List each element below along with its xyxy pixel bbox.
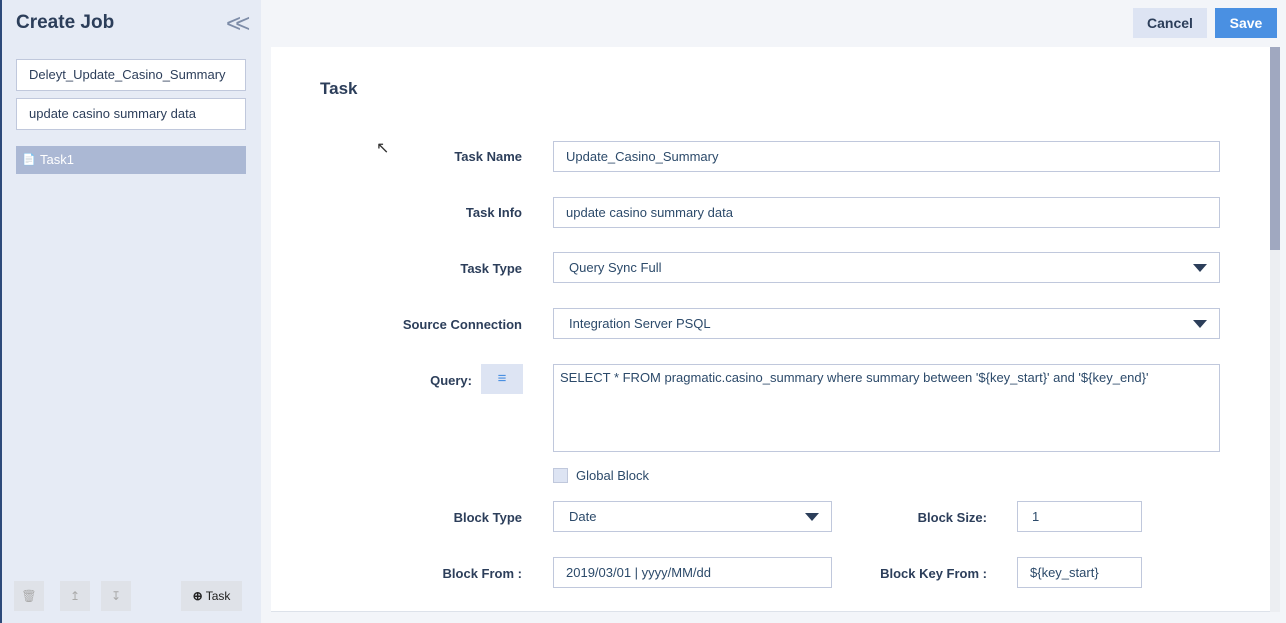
global-block-label: Global Block [576,468,649,483]
block-from-label: Block From : [442,566,522,581]
block-size-input[interactable]: 1 [1017,501,1142,532]
task-name-label: Task Name [454,149,522,164]
task-type-label: Task Type [460,261,522,276]
job-info-input[interactable]: update casino summary data [16,98,246,130]
move-up-button[interactable]: ↥ [60,581,90,611]
plus-circle-icon: ⊕ [192,589,203,603]
block-from-input[interactable]: 2019/03/01 | yyyy/MM/dd [553,557,832,588]
sidebar-title: Create Job [16,12,115,33]
cancel-button[interactable]: Cancel [1133,8,1207,38]
arrow-down-icon: ↧ [110,589,122,603]
job-name-input[interactable]: Deleyt_Update_Casino_Summary [16,59,246,91]
task-name-input[interactable]: Update_Casino_Summary [553,141,1220,172]
source-connection-select[interactable]: Integration Server PSQL [553,308,1220,339]
chevron-down-icon [805,513,819,521]
chevron-down-icon [1193,320,1207,328]
block-type-value: Date [569,509,597,524]
block-key-from-label: Block Key From : [880,566,987,581]
scrollbar[interactable] [1270,47,1280,612]
source-connection-label: Source Connection [402,317,522,332]
collapse-icon[interactable]: << [226,8,251,39]
global-block-checkbox[interactable] [553,468,568,483]
sidebar-task-item[interactable]: 📄 Task1 [16,146,246,174]
file-icon: 📄 [22,154,36,166]
add-task-button[interactable]: ⊕ Task [181,581,242,611]
query-editor-button[interactable]: ≡ [481,364,523,394]
task-label: Task1 [40,152,74,167]
delete-button[interactable]: 🗑 [14,581,44,611]
scrollbar-thumb[interactable] [1270,47,1280,250]
query-textarea[interactable]: SELECT * FROM pragmatic.casino_summary w… [553,364,1220,452]
section-heading: Task [320,79,358,98]
mouse-cursor-icon: ↖ [376,140,390,157]
block-type-label: Block Type [453,510,522,525]
block-type-select[interactable]: Date [553,501,832,532]
task-type-value: Query Sync Full [569,260,662,275]
task-info-label: Task Info [465,205,522,220]
save-button[interactable]: Save [1215,8,1277,38]
chevron-down-icon [1193,264,1207,272]
menu-icon: ≡ [497,370,507,387]
sidebar: Create Job << Deleyt_Update_Casino_Summa… [0,0,261,623]
add-task-label: Task [205,589,231,603]
block-size-label: Block Size: [917,510,987,525]
arrow-up-icon: ↥ [69,589,81,603]
query-label: Query: [430,373,472,388]
block-key-from-input[interactable]: ${key_start} [1017,557,1142,588]
move-down-button[interactable]: ↧ [101,581,131,611]
task-info-input[interactable]: update casino summary data [553,197,1220,228]
trash-icon: 🗑 [21,589,37,603]
task-type-select[interactable]: Query Sync Full [553,252,1220,283]
source-connection-value: Integration Server PSQL [569,316,711,331]
